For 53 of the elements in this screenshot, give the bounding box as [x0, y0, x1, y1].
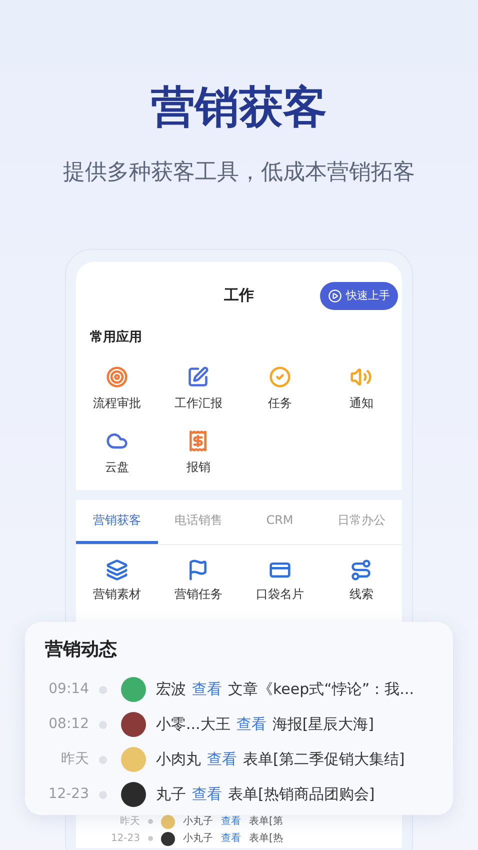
app-shortcut[interactable]: 营销素材 — [76, 558, 158, 602]
target-text: 文章《keep式“悖论”：我... — [228, 679, 414, 700]
app-shortcut[interactable]: 工作汇报 — [158, 366, 239, 412]
app-shortcut[interactable]: 线索 — [320, 558, 402, 602]
play-icon — [328, 289, 342, 303]
view-link[interactable]: 查看 — [221, 814, 241, 828]
user-name: 小肉丸 — [156, 749, 201, 770]
app-shortcut[interactable]: 流程审批 — [76, 366, 158, 412]
section-title: 常用应用 — [89, 328, 143, 347]
app-shortcut[interactable]: 任务 — [239, 366, 320, 412]
tab[interactable]: CRM — [239, 500, 320, 544]
screen-title: 工作 — [224, 284, 254, 306]
headline: 营销获客 — [151, 81, 327, 135]
time-label: 09:14 — [48, 680, 89, 699]
target-text: 表单[第 — [249, 814, 283, 828]
app-shortcut[interactable]: 云盘 — [76, 430, 158, 476]
view-link[interactable]: 查看 — [207, 748, 237, 771]
app-shortcut[interactable]: 报销 — [158, 430, 239, 476]
target-text: 表单[热 — [249, 832, 283, 846]
check-circle-icon — [268, 366, 291, 388]
tab[interactable]: 营销获客 — [76, 500, 158, 544]
user-name: 小丸子 — [183, 814, 213, 828]
app-shortcut[interactable]: 通知 — [320, 366, 402, 412]
view-link[interactable]: 查看 — [192, 783, 222, 806]
time-label: 昨天 — [119, 814, 140, 828]
layers-icon — [106, 558, 128, 580]
quick-start-button[interactable]: 快速上手 — [320, 282, 398, 310]
subtitle: 提供多种获客工具，低成本营销拓客 — [63, 159, 415, 187]
time-label: 昨天 — [60, 750, 89, 769]
card-title: 营销动态 — [45, 638, 117, 662]
user-name: 丸子 — [156, 784, 186, 806]
target-text: 表单[第二季促销大集结] — [243, 749, 405, 770]
user-name: 宏波 — [156, 679, 186, 700]
time-label: 08:12 — [48, 715, 89, 734]
view-link[interactable]: 查看 — [221, 832, 241, 846]
flag-icon — [187, 558, 210, 580]
app-shortcut[interactable]: 口袋名片 — [239, 558, 320, 602]
target-icon — [106, 366, 128, 388]
view-link[interactable]: 查看 — [236, 713, 266, 736]
speaker-icon — [350, 366, 372, 388]
tab[interactable]: 电话销售 — [158, 500, 239, 544]
target-text: 海报[星辰大海] — [272, 714, 374, 736]
view-link[interactable]: 查看 — [192, 678, 222, 701]
target-text: 表单[热销商品团购会] — [228, 784, 375, 806]
tab[interactable]: 日常办公 — [320, 500, 402, 544]
app-shortcut[interactable]: 营销任务 — [158, 558, 239, 602]
route-icon — [350, 558, 372, 580]
receipt-icon — [187, 430, 210, 452]
user-name: 小零...大王 — [156, 714, 230, 736]
time-label: 12-23 — [47, 785, 89, 804]
time-label: 12-23 — [110, 832, 140, 846]
pen-icon — [187, 366, 210, 388]
user-name: 小丸子 — [183, 832, 213, 846]
